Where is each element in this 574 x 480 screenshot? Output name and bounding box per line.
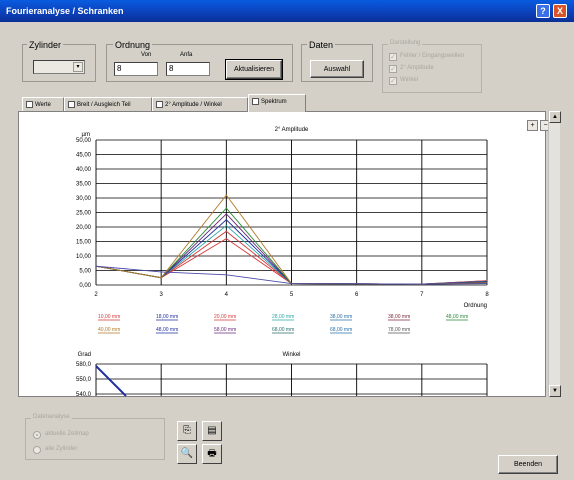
table-icon [26, 100, 33, 108]
copy-icon: ⎘ [183, 425, 191, 436]
preview-button[interactable]: 🔍 [177, 444, 197, 464]
scroll-down-icon[interactable]: ▼ [549, 385, 561, 397]
help-button[interactable]: ? [536, 4, 550, 18]
tab-breit[interactable]: Breit / Ausgleich Teil [64, 97, 152, 112]
von-label: Von [141, 52, 152, 58]
beenden-button[interactable]: Beenden [498, 455, 558, 474]
ordnung-label: Ordnung [113, 40, 153, 50]
tab-werte[interactable]: Werte [22, 97, 64, 112]
bis-label: Anfa [180, 52, 193, 58]
datenanalyse-label: Datenanalyse [31, 414, 72, 420]
tab-spektrum[interactable]: Spektrum [248, 94, 306, 112]
zylinder-label: Zylinder [27, 40, 64, 50]
printer-icon: 🖶 [207, 448, 217, 459]
close-window-button[interactable]: X [553, 4, 567, 18]
zylinder-select[interactable]: ▾ [33, 60, 85, 74]
chart-icon [252, 97, 259, 105]
print-button[interactable]: 🖶 [202, 444, 222, 464]
table-icon [68, 100, 75, 108]
aktuelle-radio[interactable] [33, 431, 41, 439]
chevron-down-icon: ▾ [73, 62, 83, 72]
window-title: Fourieranalyse / Schranken [6, 6, 124, 16]
tab-amplitude-winkel[interactable]: 2° Amplitude / Winkel [152, 97, 248, 112]
alle-zylinder-radio-label: alle Zylinder [45, 446, 78, 452]
fehler-checkbox[interactable]: ✓ [389, 53, 397, 61]
zoom-in-button[interactable]: + [527, 120, 538, 131]
darstellung-label: Darstellung [388, 40, 423, 46]
daten-label: Daten [307, 40, 336, 50]
datenanalyse-group [25, 418, 165, 460]
chart-icon [156, 100, 163, 108]
winkel-checkbox[interactable]: ✓ [389, 77, 397, 85]
amplitude-checkbox-label: 2° Amplitude [400, 65, 434, 71]
preview-icon: 🔍 [180, 448, 194, 459]
export-button[interactable]: ▤ [202, 421, 222, 441]
copy-button[interactable]: ⎘ [177, 421, 197, 441]
export-icon: ▤ [207, 425, 217, 436]
amplitude-checkbox[interactable]: ✓ [389, 65, 397, 73]
bis-input[interactable]: 8 [166, 62, 210, 76]
chart-scrollbar[interactable]: ▲ ▼ [548, 111, 561, 397]
von-input[interactable]: 8 [114, 62, 158, 76]
fehler-checkbox-label: Fehler / Eingangswellen [400, 53, 465, 59]
alle-zylinder-radio[interactable] [33, 446, 41, 454]
scroll-up-icon[interactable]: ▲ [549, 111, 561, 123]
auswahl-button[interactable]: Auswahl [310, 60, 364, 78]
chart-panel [18, 111, 546, 397]
title-bar: Fourieranalyse / Schranken ? X [0, 0, 574, 22]
aktuelle-radio-label: aktuelle Zeilmap [45, 431, 89, 437]
aktualisieren-button[interactable]: Aktualisieren [225, 59, 283, 80]
winkel-checkbox-label: Winkel [400, 77, 419, 83]
